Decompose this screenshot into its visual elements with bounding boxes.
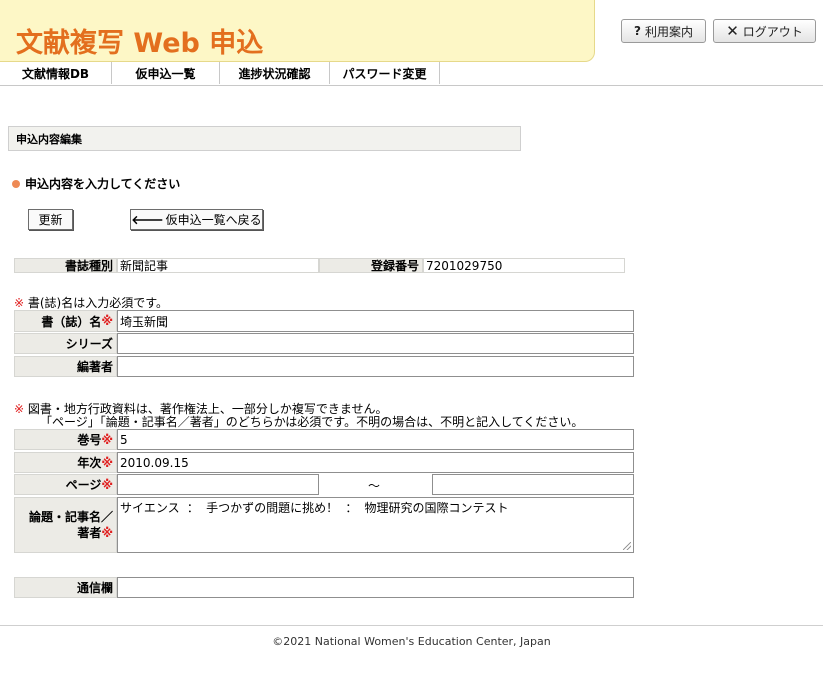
section-title: 申込内容編集 <box>8 126 521 151</box>
volume-label-text: 巻号 <box>77 433 102 447</box>
footer-copyright: ©2021 National Women's Education Center,… <box>272 635 551 648</box>
type-label: 書誌種別 <box>14 258 117 273</box>
logout-button[interactable]: ✕ ログアウト <box>713 19 816 43</box>
regno-value: 7201029750 <box>423 258 625 273</box>
nav-item-literature-db[interactable]: 文献情報DB <box>0 62 112 84</box>
note-text: 書(誌)名は入力必須です。 <box>24 296 169 310</box>
series-label: シリーズ <box>14 333 117 354</box>
bullet-icon <box>12 179 20 188</box>
lead-text: 申込内容を入力してください <box>12 175 180 192</box>
page-from-input[interactable] <box>117 474 319 495</box>
year-input[interactable]: 2010.09.15 <box>117 452 634 473</box>
year-label-text: 年次 <box>77 456 102 470</box>
close-icon: ✕ <box>726 22 739 40</box>
article-label-line2: 著者 <box>77 526 102 540</box>
copyright-note-line2: 「ページ」「論題・記事名／著者」のどちらかは必須です。不明の場合は、不明と記入し… <box>40 415 584 429</box>
page-range-separator: ～ <box>368 479 381 493</box>
page-label: ページ ※ <box>14 474 117 495</box>
type-label-text: 書誌種別 <box>64 259 113 273</box>
main-nav: 文献情報DB 仮申込一覧 進捗状況確認 パスワード変更 <box>0 62 823 86</box>
regno-label: 登録番号 <box>319 258 423 273</box>
article-label: 論題・記事名／ 著者※ <box>14 497 117 553</box>
help-label: 利用案内 <box>644 24 693 39</box>
note2-mark: ※ <box>14 402 25 416</box>
volume-label: 巻号 ※ <box>14 429 117 450</box>
article-text: サイエンス ： 手つかずの問題に挑め！ ： 物理研究の国際コンテスト <box>120 501 509 515</box>
required-mark: ※ <box>101 314 113 328</box>
editor-input[interactable] <box>117 356 634 377</box>
editor-label: 編著者 <box>14 356 117 377</box>
logo-banner: 文献複写 Web 申込 <box>0 0 595 62</box>
type-value: 新聞記事 <box>117 258 319 273</box>
title-label: 書（誌）名 ※ <box>14 310 117 332</box>
resize-grip-icon[interactable] <box>623 542 631 550</box>
footer-divider <box>0 625 823 626</box>
page-label-text: ページ <box>65 478 102 492</box>
required-mark: ※ <box>101 455 113 470</box>
help-button[interactable]: ? 利用案内 <box>621 19 706 43</box>
article-textarea[interactable]: サイエンス ： 手つかずの問題に挑め！ ： 物理研究の国際コンテスト <box>117 497 634 553</box>
back-button[interactable]: 🡐 仮申込一覧へ戻る <box>130 209 263 230</box>
note-mark: ※ <box>14 296 25 310</box>
year-label: 年次 ※ <box>14 452 117 473</box>
required-mark: ※ <box>101 526 113 540</box>
app-logo: 文献複写 Web 申込 <box>16 28 264 59</box>
regno-label-text: 登録番号 <box>370 259 419 273</box>
comm-input[interactable] <box>117 577 634 598</box>
title-label-text: 書（誌）名 <box>41 314 102 329</box>
lead-label: 申込内容を入力してください <box>25 177 181 191</box>
question-icon: ? <box>634 24 641 38</box>
page-to-input[interactable] <box>432 474 634 495</box>
article-label-line1: 論題・記事名／ <box>28 510 113 524</box>
required-note: ※ 書(誌)名は入力必須です。 <box>14 294 168 311</box>
logout-label: ログアウト <box>742 24 803 39</box>
required-mark: ※ <box>101 477 113 492</box>
volume-input[interactable]: 5 <box>117 429 634 450</box>
editor-label-text: 編著者 <box>76 360 113 374</box>
update-button[interactable]: 更新 <box>28 209 73 230</box>
back-label: 仮申込一覧へ戻る <box>165 213 262 227</box>
comm-label-text: 通信欄 <box>76 581 113 595</box>
series-label-text: シリーズ <box>65 337 113 351</box>
title-input[interactable]: 埼玉新聞 <box>117 310 634 332</box>
arrow-left-icon: 🡐 <box>131 213 164 227</box>
required-mark: ※ <box>101 432 113 447</box>
nav-item-temporary-list[interactable]: 仮申込一覧 <box>112 62 220 84</box>
comm-label: 通信欄 <box>14 577 117 598</box>
series-input[interactable] <box>117 333 634 354</box>
nav-item-progress[interactable]: 進捗状況確認 <box>220 62 330 84</box>
nav-item-password[interactable]: パスワード変更 <box>330 62 440 84</box>
